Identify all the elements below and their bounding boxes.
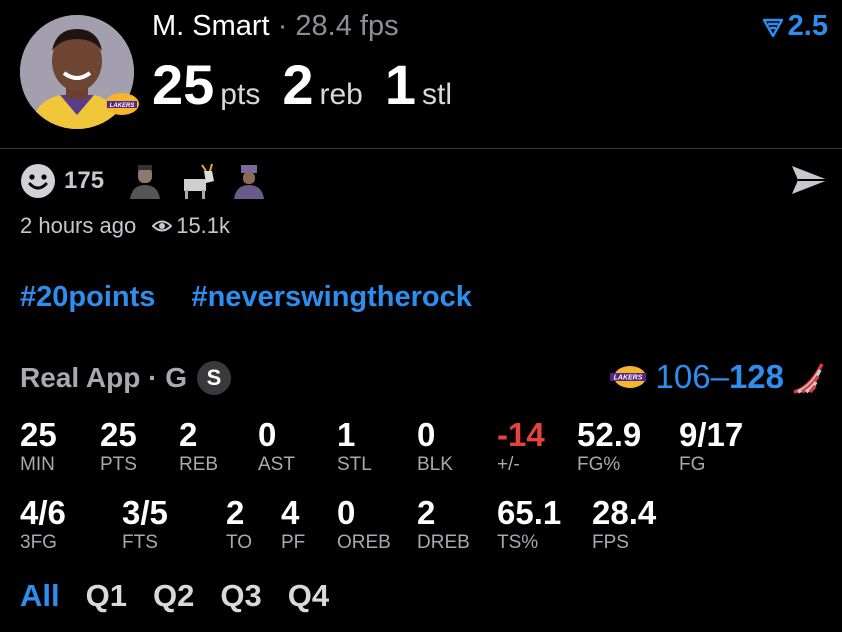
stat-value: 0 bbox=[417, 416, 436, 453]
stat-ts-pct: 65.1 TS% bbox=[497, 496, 561, 554]
stat-ast: 0 AST bbox=[258, 418, 295, 476]
opponent-score: 128 bbox=[728, 358, 784, 395]
eye-icon bbox=[152, 220, 173, 232]
post-time: 2 hours ago bbox=[20, 213, 137, 238]
send-icon[interactable] bbox=[790, 162, 830, 198]
stat-label: MIN bbox=[20, 454, 55, 475]
stat-label: DREB bbox=[417, 532, 470, 553]
stat-value: 3/5 bbox=[122, 494, 168, 531]
source-badge: S bbox=[196, 361, 231, 395]
stat-label: AST bbox=[258, 454, 295, 475]
stat-dreb: 2 DREB bbox=[417, 496, 470, 554]
player-header: M. Smart · 28.4 fps bbox=[152, 10, 399, 43]
stat-label: STL bbox=[337, 454, 372, 475]
tab-q4[interactable]: Q4 bbox=[288, 578, 329, 614]
svg-text:LAKERS: LAKERS bbox=[110, 103, 135, 109]
stat-label: OREB bbox=[337, 532, 391, 553]
tab-q1[interactable]: Q1 bbox=[86, 578, 127, 614]
stat-reb: 2 REB bbox=[179, 418, 218, 476]
divider bbox=[0, 148, 842, 149]
stat-label: TO bbox=[226, 532, 253, 553]
svg-text:LAKERS: LAKERS bbox=[613, 375, 642, 382]
stat-value: 25 bbox=[20, 416, 57, 453]
stat-label: REB bbox=[179, 454, 219, 475]
stat-to: 2 TO bbox=[226, 496, 252, 554]
stat-label: TS% bbox=[497, 532, 539, 553]
quarter-tabs: All Q1 Q2 Q3 Q4 bbox=[20, 578, 355, 614]
smiley-icon[interactable] bbox=[20, 163, 56, 199]
stat-pts: 25 PTS bbox=[100, 418, 137, 476]
view-count-value: 15.1k bbox=[176, 213, 231, 238]
stat-value: 65.1 bbox=[497, 494, 562, 531]
stat-value: 2 bbox=[417, 494, 436, 531]
stat-min: 25 MIN bbox=[20, 418, 57, 476]
stat-label: +/- bbox=[497, 454, 520, 475]
stat-fps: 28.4 FPS bbox=[592, 496, 656, 554]
post-meta: 2 hours ago 15.1k bbox=[20, 213, 230, 239]
player-name[interactable]: M. Smart bbox=[152, 10, 270, 42]
stat-value: 0 bbox=[258, 416, 277, 453]
stat-value: 28.4 bbox=[592, 494, 657, 531]
view-count: 15.1k bbox=[152, 213, 230, 239]
tab-q3[interactable]: Q3 bbox=[220, 578, 261, 614]
statline-pts-value: 25 bbox=[152, 53, 215, 116]
stat-fg-pct: 52.9 FG% bbox=[577, 418, 641, 476]
score-dash: – bbox=[710, 358, 729, 395]
stat-label: FPS bbox=[592, 532, 629, 553]
stat-oreb: 0 OREB bbox=[337, 496, 391, 554]
stat-stl: 1 STL bbox=[337, 418, 372, 476]
statline-stl-value: 1 bbox=[384, 53, 416, 116]
reaction-count: 175 bbox=[64, 167, 105, 194]
stat-value: -14 bbox=[497, 416, 545, 453]
stat-value: 2 bbox=[226, 494, 245, 531]
stat-label: BLK bbox=[417, 454, 453, 475]
hashtags: #20points #neverswingtherock bbox=[20, 281, 500, 314]
lakers-logo: LAKERS bbox=[609, 366, 646, 388]
person-hat-emoji-icon[interactable] bbox=[230, 163, 268, 199]
stat-value: 4/6 bbox=[20, 494, 66, 531]
hashtag-20points[interactable]: #20points bbox=[20, 281, 155, 313]
hashtag-neverswingtherock[interactable]: #neverswingtherock bbox=[191, 281, 471, 313]
statline: 25 pts 2 reb 1 stl bbox=[152, 52, 474, 117]
statline-reb-unit: reb bbox=[319, 78, 363, 111]
stat-label: FG% bbox=[577, 454, 621, 475]
stat-value: 2 bbox=[179, 416, 198, 453]
reaction-row: 175 bbox=[20, 163, 282, 199]
stat-label: FG bbox=[679, 454, 706, 475]
stat-value: 1 bbox=[337, 416, 356, 453]
separator: · bbox=[277, 10, 288, 42]
stat-blk: 0 BLK bbox=[417, 418, 453, 476]
game-source: Real App · G S bbox=[20, 361, 231, 395]
boost-icon bbox=[762, 18, 783, 37]
lakers-badge-icon: LAKERS bbox=[104, 92, 140, 116]
stat-label: FTS bbox=[122, 532, 158, 553]
boost-indicator[interactable]: 2.5 bbox=[762, 10, 828, 43]
game-score[interactable]: LAKERS 106 – 128 bbox=[608, 358, 784, 396]
source-label: Real App · G bbox=[20, 362, 187, 393]
player-fps: 28.4 fps bbox=[295, 10, 399, 42]
stat-value: 25 bbox=[100, 416, 137, 453]
goat-icon[interactable] bbox=[178, 163, 216, 199]
stat-label: PF bbox=[281, 532, 306, 553]
stat-value: 4 bbox=[281, 494, 300, 531]
stat-label: PTS bbox=[100, 454, 137, 475]
blazers-logo bbox=[793, 363, 824, 394]
stat-fts: 3/5 FTS bbox=[122, 496, 168, 554]
stat-label: 3FG bbox=[20, 532, 57, 553]
stat-pf: 4 PF bbox=[281, 496, 305, 554]
stat-value: 52.9 bbox=[577, 416, 642, 453]
team-score: 106 bbox=[655, 358, 711, 395]
statline-stl-unit: stl bbox=[422, 78, 452, 111]
person-emoji-icon[interactable] bbox=[126, 163, 164, 199]
statline-pts-unit: pts bbox=[220, 78, 261, 111]
stat-fg: 9/17 FG bbox=[679, 418, 743, 476]
stat-value: 0 bbox=[337, 494, 356, 531]
stat-plus-minus: -14 +/- bbox=[497, 418, 545, 476]
stat-value: 9/17 bbox=[679, 416, 744, 453]
tab-all[interactable]: All bbox=[20, 578, 60, 614]
statline-reb-value: 2 bbox=[282, 53, 314, 116]
stat-3fg: 4/6 3FG bbox=[20, 496, 66, 554]
tab-q2[interactable]: Q2 bbox=[153, 578, 194, 614]
boost-value: 2.5 bbox=[787, 10, 828, 42]
